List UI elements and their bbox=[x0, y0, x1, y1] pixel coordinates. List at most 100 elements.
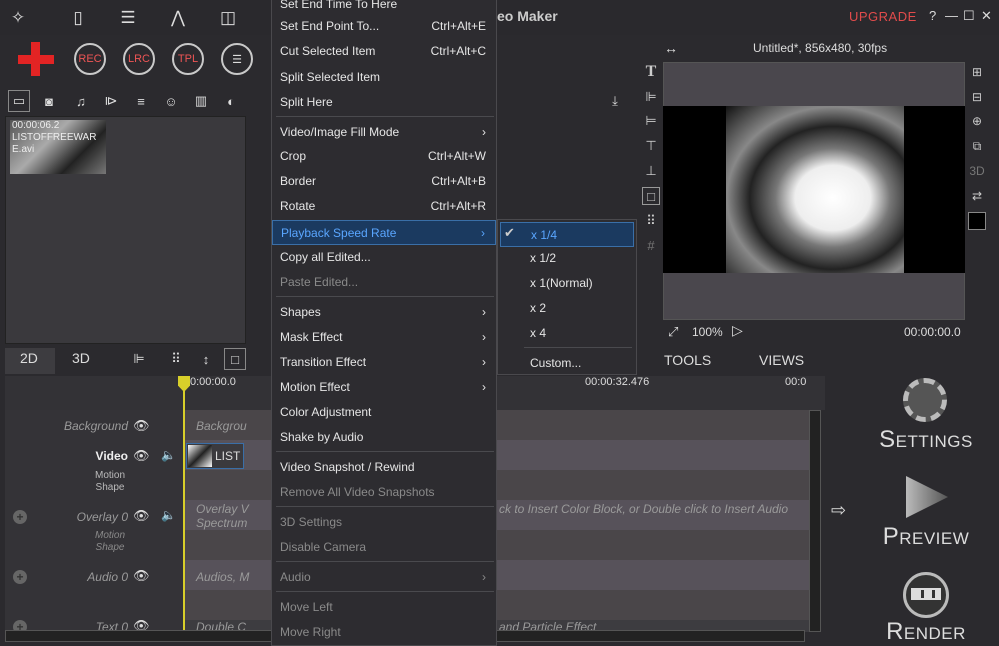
arrow-right-icon[interactable]: ⇨ bbox=[831, 500, 846, 521]
settings-button[interactable]: SETTINGS bbox=[878, 426, 974, 454]
tab-3d[interactable]: 3D bbox=[72, 350, 90, 366]
menu-item[interactable]: Crop Ctrl+Alt+W bbox=[272, 144, 496, 169]
video-tab-icon[interactable]: ▭ bbox=[8, 90, 30, 112]
align-left-icon[interactable]: ⊫ bbox=[642, 88, 660, 106]
magic-wand-icon[interactable]: ✧ bbox=[6, 6, 30, 30]
menu-item[interactable]: Transition Effect › bbox=[272, 350, 496, 375]
smiley-icon[interactable]: ☺ bbox=[160, 90, 182, 112]
menu-item-playback-speed[interactable]: Playback Speed Rate › bbox=[272, 220, 496, 245]
tab-views[interactable]: VIEWS bbox=[759, 352, 804, 368]
track-sub-shape[interactable]: Shape bbox=[80, 542, 140, 553]
lrc-button[interactable]: LRC bbox=[123, 43, 155, 75]
align-icon[interactable]: ⊫ bbox=[128, 348, 150, 370]
menu-item[interactable]: Split Here bbox=[272, 90, 496, 115]
chart-icon[interactable]: ⋀ bbox=[166, 6, 190, 30]
camera-icon[interactable]: ◙ bbox=[38, 90, 60, 112]
menu-item[interactable]: Move Left bbox=[272, 595, 496, 620]
expand-icon[interactable]: ↕ bbox=[195, 348, 217, 370]
menu-item[interactable]: Motion Effect › bbox=[272, 375, 496, 400]
align-bottom-icon[interactable]: ⊥ bbox=[642, 162, 660, 180]
transition-icon[interactable]: ⧐ bbox=[100, 90, 122, 112]
menu-item[interactable]: Copy all Edited... bbox=[272, 245, 496, 270]
menu-item[interactable]: Disable Camera bbox=[272, 535, 496, 560]
close-button[interactable]: ✕ bbox=[981, 8, 992, 24]
menu-item[interactable]: Shake by Audio bbox=[272, 425, 496, 450]
menu-item[interactable]: 3D Settings bbox=[272, 510, 496, 535]
menu-item[interactable]: Rotate Ctrl+Alt+R bbox=[272, 194, 496, 219]
speed-option[interactable]: x 4 bbox=[498, 321, 636, 346]
menu-item[interactable]: Mask Effect › bbox=[272, 325, 496, 350]
menu-item[interactable]: Shapes › bbox=[272, 300, 496, 325]
align-right-icon[interactable]: ⊨ bbox=[642, 112, 660, 130]
rec-button[interactable]: REC bbox=[74, 43, 106, 75]
preview-button[interactable]: PREVIEW bbox=[878, 523, 974, 551]
menu-item[interactable]: Set End Point To... Ctrl+Alt+E bbox=[272, 14, 496, 39]
book-icon[interactable]: ▯ bbox=[66, 6, 90, 30]
eye-icon[interactable]: 👁 bbox=[133, 508, 150, 524]
menu-item[interactable]: Video/Image Fill Mode › bbox=[272, 120, 496, 145]
3d-icon[interactable]: 3D bbox=[968, 162, 986, 180]
eye-icon[interactable]: 👁 bbox=[133, 418, 150, 434]
menu-item[interactable]: Split Selected Item bbox=[272, 65, 496, 90]
tpl-button[interactable]: TPL bbox=[172, 43, 204, 75]
filter-icon[interactable]: ◐ bbox=[220, 90, 242, 112]
speed-option[interactable]: x 2 bbox=[498, 296, 636, 321]
render-button[interactable]: RENDER bbox=[878, 618, 974, 646]
center-icon[interactable]: ⊕ bbox=[968, 112, 986, 130]
center-v-icon[interactable]: ⊟ bbox=[968, 88, 986, 106]
eye-icon[interactable]: 👁 bbox=[133, 448, 150, 464]
menu-item[interactable]: Cut Selected Item Ctrl+Alt+C bbox=[272, 39, 496, 64]
menu-item[interactable]: Border Ctrl+Alt+B bbox=[272, 169, 496, 194]
grid-icon[interactable]: ⠿ bbox=[165, 348, 187, 370]
fullscreen-icon[interactable]: ⤢ bbox=[668, 324, 678, 340]
menu-item[interactable]: Paste Edited... bbox=[272, 270, 496, 295]
timeline-vscroll[interactable] bbox=[809, 410, 821, 632]
add-track-icon[interactable]: + bbox=[13, 570, 27, 584]
text-tool-icon[interactable]: T bbox=[642, 63, 660, 81]
color-swatch[interactable] bbox=[968, 212, 986, 230]
text-icon[interactable]: ≡ bbox=[130, 90, 152, 112]
track-sub-motion[interactable]: Motion bbox=[80, 530, 140, 541]
frame-icon[interactable]: □ bbox=[224, 348, 246, 370]
speed-option[interactable]: x 1/2 bbox=[498, 246, 636, 271]
mosaic-icon[interactable]: ⠿ bbox=[642, 212, 660, 230]
zoom-level[interactable]: 100% bbox=[692, 325, 723, 339]
add-media-button[interactable] bbox=[16, 40, 56, 80]
frame-tool-icon[interactable]: □ bbox=[642, 187, 660, 205]
speed-option[interactable]: x 1/4 bbox=[500, 222, 634, 247]
gear-icon[interactable] bbox=[903, 378, 947, 422]
help-button[interactable]: ? bbox=[929, 8, 936, 23]
split-icon[interactable]: ◫ bbox=[216, 6, 240, 30]
eye-icon[interactable]: 👁 bbox=[133, 568, 150, 584]
speed-option[interactable]: x 1(Normal) bbox=[498, 271, 636, 296]
speaker-icon[interactable]: 🔈 bbox=[161, 508, 176, 522]
maximize-button[interactable]: ☐ bbox=[963, 8, 975, 24]
list-button[interactable]: ☰ bbox=[221, 43, 253, 75]
tab-2d[interactable]: 2D bbox=[20, 350, 38, 366]
list-icon[interactable]: ☰ bbox=[116, 6, 140, 30]
swap-icon[interactable]: ⇄ bbox=[968, 187, 986, 205]
resize-icon[interactable]: ↔ bbox=[664, 40, 678, 56]
upgrade-link[interactable]: UPGRADE bbox=[849, 9, 917, 24]
download-icon[interactable]: ⤓ bbox=[604, 90, 626, 112]
menu-item[interactable]: Video Snapshot / Rewind bbox=[272, 455, 496, 480]
speed-option[interactable]: Custom... bbox=[498, 351, 636, 376]
speaker-icon[interactable]: 🔈 bbox=[161, 448, 176, 462]
menu-item[interactable]: Audio › bbox=[272, 565, 496, 590]
menu-item[interactable]: Move Right bbox=[272, 620, 496, 645]
track-sub-shape[interactable]: Shape bbox=[80, 482, 140, 493]
layer-icon[interactable]: ⧉ bbox=[968, 137, 986, 155]
music-icon[interactable]: ♫ bbox=[70, 90, 92, 112]
hash-icon[interactable]: # bbox=[642, 236, 660, 254]
playhead[interactable] bbox=[183, 376, 185, 630]
menu-item[interactable]: Remove All Video Snapshots bbox=[272, 480, 496, 505]
play-icon[interactable]: ▷ bbox=[732, 322, 743, 339]
menu-item[interactable]: Color Adjustment bbox=[272, 400, 496, 425]
battery-icon[interactable]: ▥ bbox=[190, 90, 212, 112]
tab-tools[interactable]: TOOLS bbox=[664, 352, 711, 368]
track-sub-motion[interactable]: Motion bbox=[80, 470, 140, 481]
align-top-icon[interactable]: ⊤ bbox=[642, 137, 660, 155]
play-preview-icon[interactable] bbox=[906, 476, 948, 518]
minimize-button[interactable]: — bbox=[945, 8, 958, 23]
add-track-icon[interactable]: + bbox=[13, 510, 27, 524]
